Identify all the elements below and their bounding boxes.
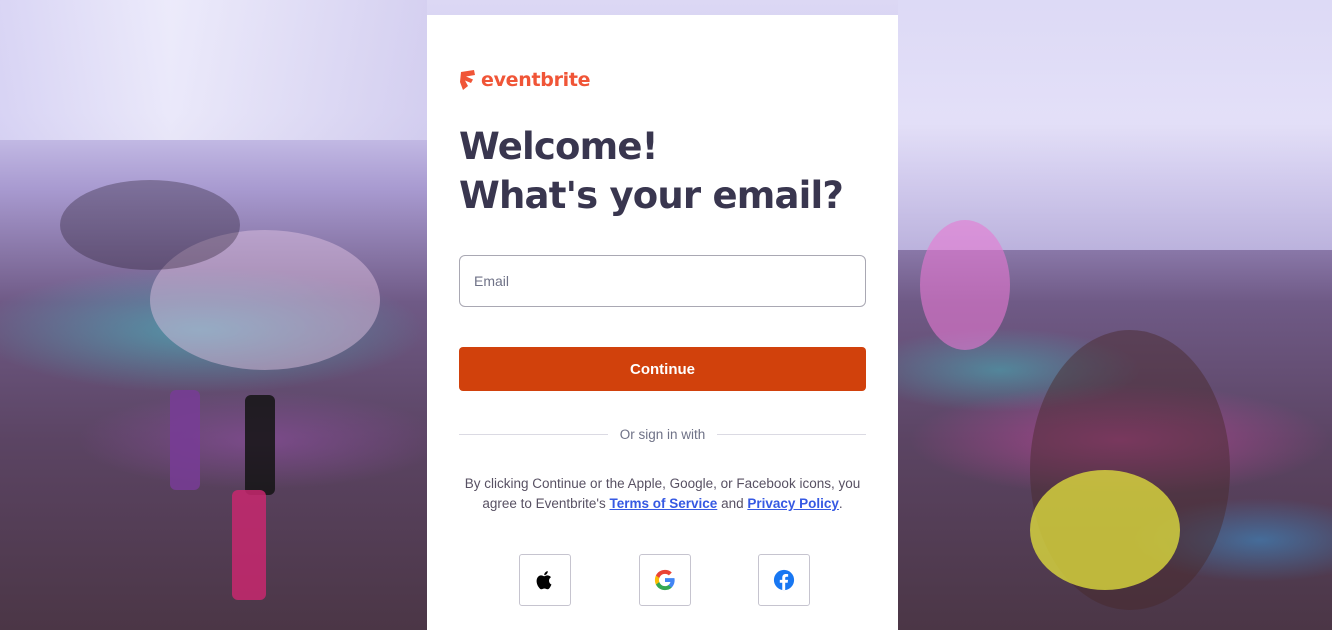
legal-conjunction: and — [721, 496, 744, 511]
google-sign-in-button[interactable] — [639, 554, 691, 606]
background-wall-left — [0, 0, 427, 140]
eventbrite-logo[interactable]: eventbrite — [459, 69, 591, 91]
background-figure — [60, 180, 240, 270]
login-card: eventbrite Welcome! What's your email? C… — [427, 15, 898, 630]
page-title: Welcome! What's your email? — [459, 122, 879, 220]
privacy-policy-link[interactable]: Privacy Policy — [747, 496, 839, 511]
background-figure — [1030, 470, 1180, 590]
background-figure — [920, 220, 1010, 350]
divider: Or sign in with — [459, 424, 866, 444]
continue-button[interactable]: Continue — [459, 347, 866, 391]
divider-line-left — [459, 433, 608, 435]
background-figure — [170, 390, 200, 490]
divider-line-right — [717, 433, 866, 435]
apple-sign-in-button[interactable] — [519, 554, 571, 606]
facebook-sign-in-button[interactable] — [758, 554, 810, 606]
background-wall-right — [898, 0, 1332, 250]
email-input[interactable] — [460, 256, 865, 306]
legal-suffix: . — [838, 496, 843, 511]
title-line-1: Welcome! — [459, 125, 659, 168]
legal-notice: By clicking Continue or the Apple, Googl… — [459, 474, 866, 514]
eventbrite-logo-icon — [460, 70, 475, 90]
facebook-icon — [773, 569, 795, 591]
divider-label: Or sign in with — [619, 426, 706, 442]
brand-name: eventbrite — [481, 69, 591, 91]
email-field[interactable] — [459, 255, 866, 307]
apple-icon — [536, 571, 552, 590]
terms-of-service-link[interactable]: Terms of Service — [609, 496, 717, 511]
google-icon — [654, 569, 675, 591]
background-figure — [232, 490, 266, 600]
title-line-2: What's your email? — [459, 174, 844, 217]
background-figure — [245, 395, 275, 495]
